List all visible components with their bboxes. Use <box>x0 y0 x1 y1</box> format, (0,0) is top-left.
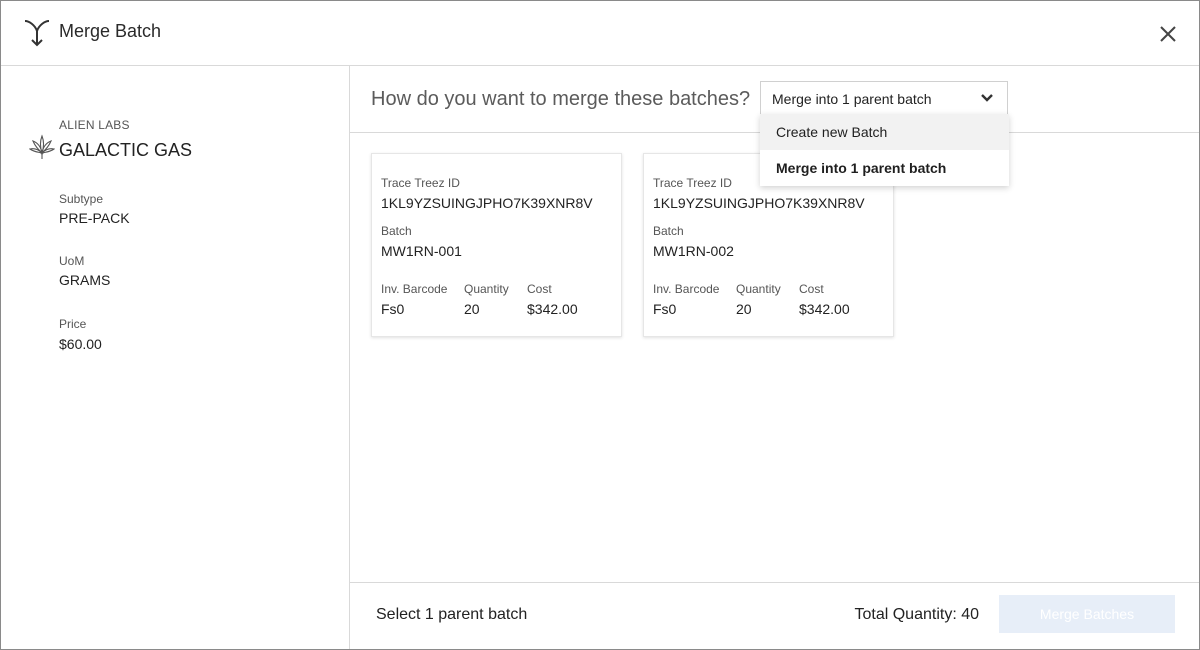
option-merge-into-parent[interactable]: Merge into 1 parent batch <box>760 150 1009 186</box>
trace-id-value: 1KL9YZSUINGJPHO7K39XNR8V <box>381 195 593 211</box>
option-label: Create new Batch <box>776 124 888 140</box>
chevron-down-icon <box>981 94 993 102</box>
dialog-footer: Select 1 parent batch Total Quantity: 40… <box>350 582 1199 650</box>
quantity-value: 20 <box>464 301 480 317</box>
uom-label: UoM <box>59 254 85 268</box>
selection-hint: Select 1 parent batch <box>376 606 528 623</box>
cost-value: $342.00 <box>527 301 578 317</box>
merge-question: How do you want to merge these batches? <box>371 88 751 110</box>
merge-mode-menu: Create new Batch Merge into 1 parent bat… <box>760 114 1009 186</box>
quantity-value: 20 <box>736 301 752 317</box>
trace-id-value: 1KL9YZSUINGJPHO7K39XNR8V <box>653 195 865 211</box>
batch-value: MW1RN-002 <box>653 243 734 259</box>
batch-label: Batch <box>381 224 412 238</box>
dialog-title: Merge Batch <box>59 21 162 41</box>
close-icon[interactable] <box>1155 21 1181 47</box>
product-name: GALACTIC GAS <box>59 140 193 160</box>
product-brand: ALIEN LABS <box>59 118 130 132</box>
cost-value: $342.00 <box>799 301 850 317</box>
subtype-label: Subtype <box>59 192 104 206</box>
cannabis-leaf-icon <box>29 134 55 159</box>
price-value: $60.00 <box>59 336 102 352</box>
quantity-label: Quantity <box>736 282 781 296</box>
batch-value: MW1RN-001 <box>381 243 462 259</box>
quantity-label: Quantity <box>464 282 509 296</box>
option-label: Merge into 1 parent batch <box>776 160 947 176</box>
merge-mode-value: Merge into 1 parent batch <box>772 91 932 107</box>
trace-id-label: Trace Treez ID <box>653 176 732 190</box>
barcode-label: Inv. Barcode <box>381 282 448 296</box>
merge-icon <box>24 20 50 47</box>
cost-label: Cost <box>799 282 824 296</box>
barcode-value: Fs0 <box>653 301 677 317</box>
dialog-header: Merge Batch <box>1 1 1199 66</box>
product-sidebar: ALIEN LABS GALACTIC GAS Subtype PRE-PACK… <box>1 66 350 649</box>
merge-mode-select[interactable]: Merge into 1 parent batch <box>760 81 1008 115</box>
price-label: Price <box>59 317 87 331</box>
subtype-value: PRE-PACK <box>59 210 130 226</box>
batch-label: Batch <box>653 224 684 238</box>
uom-value: GRAMS <box>59 272 111 288</box>
trace-id-label: Trace Treez ID <box>381 176 460 190</box>
batch-card[interactable]: Trace Treez ID 1KL9YZSUINGJPHO7K39XNR8V … <box>371 153 622 337</box>
barcode-value: Fs0 <box>381 301 405 317</box>
cost-label: Cost <box>527 282 552 296</box>
merge-batches-button[interactable]: Merge Batches <box>999 595 1175 633</box>
barcode-label: Inv. Barcode <box>653 282 720 296</box>
option-create-new-batch[interactable]: Create new Batch <box>760 114 1009 150</box>
total-quantity: Total Quantity: 40 <box>854 606 979 623</box>
merge-batch-dialog: Merge Batch ALIEN LABS GALACTIC GAS Subt… <box>0 0 1200 650</box>
